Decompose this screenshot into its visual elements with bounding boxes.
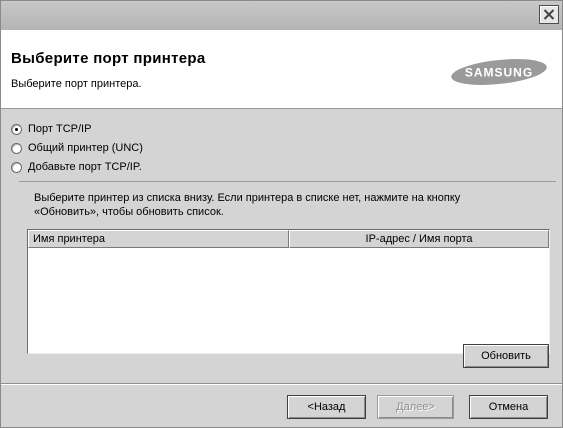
instruction-line-2: «Обновить», чтобы обновить список. <box>34 206 224 218</box>
back-button[interactable]: <Назад <box>287 395 366 419</box>
close-icon <box>543 9 555 20</box>
radio-add-tcpip-port[interactable]: Добавьте порт TCP/IP. <box>11 159 142 175</box>
samsung-logo: SAMSUNG <box>451 59 547 85</box>
radio-label: Добавьте порт TCP/IP. <box>28 161 142 173</box>
radio-shared-printer[interactable]: Общий принтер (UNC) <box>11 140 143 156</box>
cancel-button[interactable]: Отмена <box>469 395 548 419</box>
wizard-header: Выберите порт принтера Выберите порт при… <box>1 30 562 109</box>
column-header-printer-name[interactable]: Имя принтера <box>28 230 289 248</box>
page-subtitle: Выберите порт принтера. <box>11 78 142 90</box>
svg-text:SAMSUNG: SAMSUNG <box>465 66 533 80</box>
radio-button[interactable] <box>11 161 22 173</box>
refresh-button[interactable]: Обновить <box>463 344 549 368</box>
radio-button[interactable] <box>11 142 22 154</box>
radio-tcpip[interactable]: Порт TCP/IP <box>11 121 91 137</box>
footer-separator <box>1 383 562 385</box>
installer-window: Выберите порт принтера Выберите порт при… <box>0 0 563 428</box>
instruction-text: Выберите принтер из списка внизу. Если п… <box>34 191 544 219</box>
page-title: Выберите порт принтера <box>11 50 206 67</box>
next-button[interactable]: Далее> <box>377 395 454 419</box>
list-header: Имя принтера IP-адрес / Имя порта <box>28 230 549 248</box>
close-button[interactable] <box>539 5 559 24</box>
title-bar <box>1 1 562 30</box>
instruction-line-1: Выберите принтер из списка внизу. Если п… <box>34 192 461 204</box>
radio-button[interactable] <box>11 123 22 135</box>
printer-list[interactable]: Имя принтера IP-адрес / Имя порта <box>27 229 550 354</box>
radio-label: Порт TCP/IP <box>28 123 92 135</box>
radio-label: Общий принтер (UNC) <box>28 142 143 154</box>
column-header-ip-port[interactable]: IP-адрес / Имя порта <box>289 230 549 248</box>
